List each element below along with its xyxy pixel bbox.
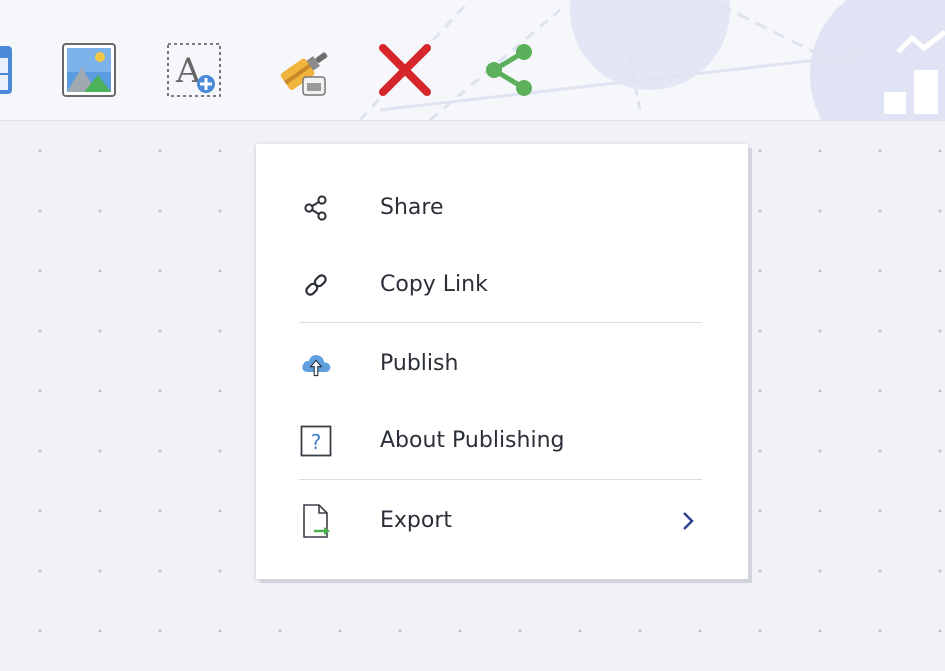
svg-text:?: ?	[311, 430, 322, 454]
menu-item-export[interactable]: Export	[256, 489, 748, 553]
chevron-right-icon	[683, 512, 694, 530]
insert-table-button[interactable]	[0, 40, 18, 100]
add-text-box-button[interactable]: A	[164, 40, 224, 100]
menu-item-label: Publish	[380, 351, 459, 376]
delete-icon	[379, 44, 431, 96]
menu-item-label: Copy Link	[380, 272, 488, 297]
table-icon	[0, 46, 12, 94]
menu-item-about-publishing[interactable]: ? About Publishing	[256, 409, 748, 473]
menu-divider	[299, 479, 702, 480]
question-icon: ?	[300, 425, 332, 457]
menu-item-label: About Publishing	[380, 428, 565, 453]
share-icon	[300, 192, 332, 224]
cloud-upload-icon	[300, 348, 332, 380]
menu-item-label: Export	[380, 508, 453, 533]
toolbar-background-decoration	[358, 0, 945, 120]
menu-item-share[interactable]: Share	[256, 176, 748, 240]
menu-item-copy-link[interactable]: Copy Link	[256, 253, 748, 317]
insert-image-button[interactable]	[59, 40, 119, 100]
toolbar: A	[0, 0, 945, 121]
share-dropdown-menu: Share Copy Link Publish ? About Publishi…	[256, 144, 748, 579]
export-file-icon	[300, 504, 332, 538]
share-toolbar-button[interactable]	[480, 40, 540, 100]
share-icon	[486, 44, 532, 96]
image-icon	[62, 43, 116, 97]
add-text-icon: A	[167, 43, 221, 97]
link-icon	[300, 269, 332, 301]
format-painter-button[interactable]	[272, 40, 332, 100]
menu-item-label: Share	[380, 195, 444, 220]
format-painter-icon	[280, 52, 328, 96]
delete-button[interactable]	[375, 40, 435, 100]
menu-divider	[299, 322, 702, 323]
menu-item-publish[interactable]: Publish	[256, 332, 748, 396]
